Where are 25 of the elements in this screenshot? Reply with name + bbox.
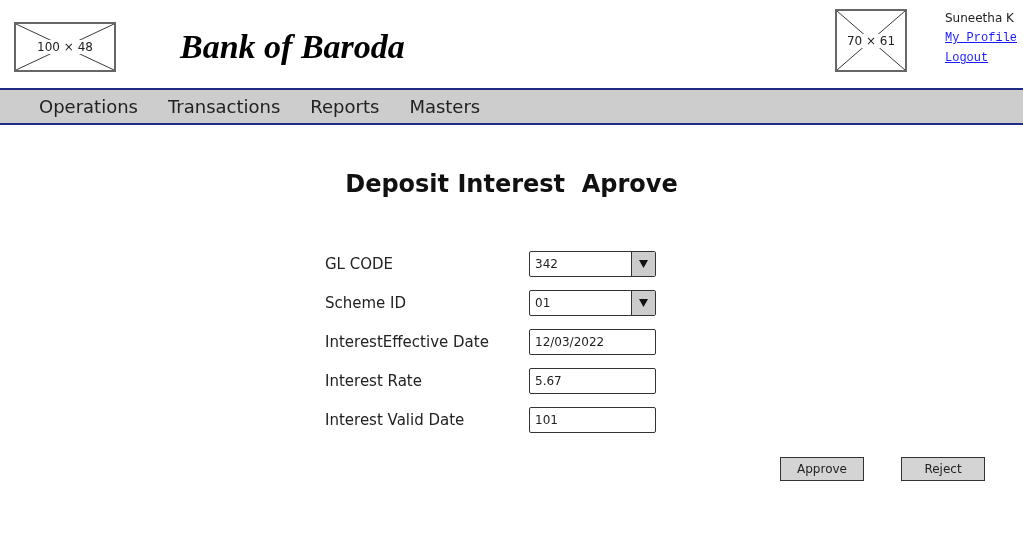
input-field[interactable]: 101 [529,407,656,433]
menu-item[interactable]: Reports [310,96,380,117]
placeholder-size-text: 70 × 61 [845,33,897,48]
user-name: Suneetha K [945,11,1014,25]
field-label: GL CODE [325,255,395,273]
field-label: Interest Valid Date [325,411,466,429]
dropdown-arrow-icon[interactable] [639,299,648,307]
dropdown-field[interactable]: 01 [529,290,656,316]
menu-item[interactable]: Masters [409,96,481,117]
menu-item[interactable]: Transactions [167,96,281,117]
dropdown-field[interactable]: 342 [529,251,656,277]
input-field[interactable]: 5.67 [529,368,656,394]
bank-name: Bank of Baroda [180,30,405,64]
menu-item[interactable]: Operations [39,96,138,117]
field-label: InterestEffective Date [325,333,490,351]
action-button[interactable]: Reject [901,457,985,481]
placeholder-size-text: 100 × 48 [36,40,94,54]
action-button[interactable]: Approve [780,457,864,481]
field-label: Scheme ID [325,294,408,312]
field-label: Interest Rate [325,372,423,390]
page-title: Deposit Interest Aprove [344,169,679,199]
header-link[interactable]: My Profile [945,31,1017,45]
header-link[interactable]: Logout [945,51,989,65]
dropdown-arrow-icon[interactable] [639,260,648,268]
input-field[interactable]: 12/03/2022 [529,329,656,355]
